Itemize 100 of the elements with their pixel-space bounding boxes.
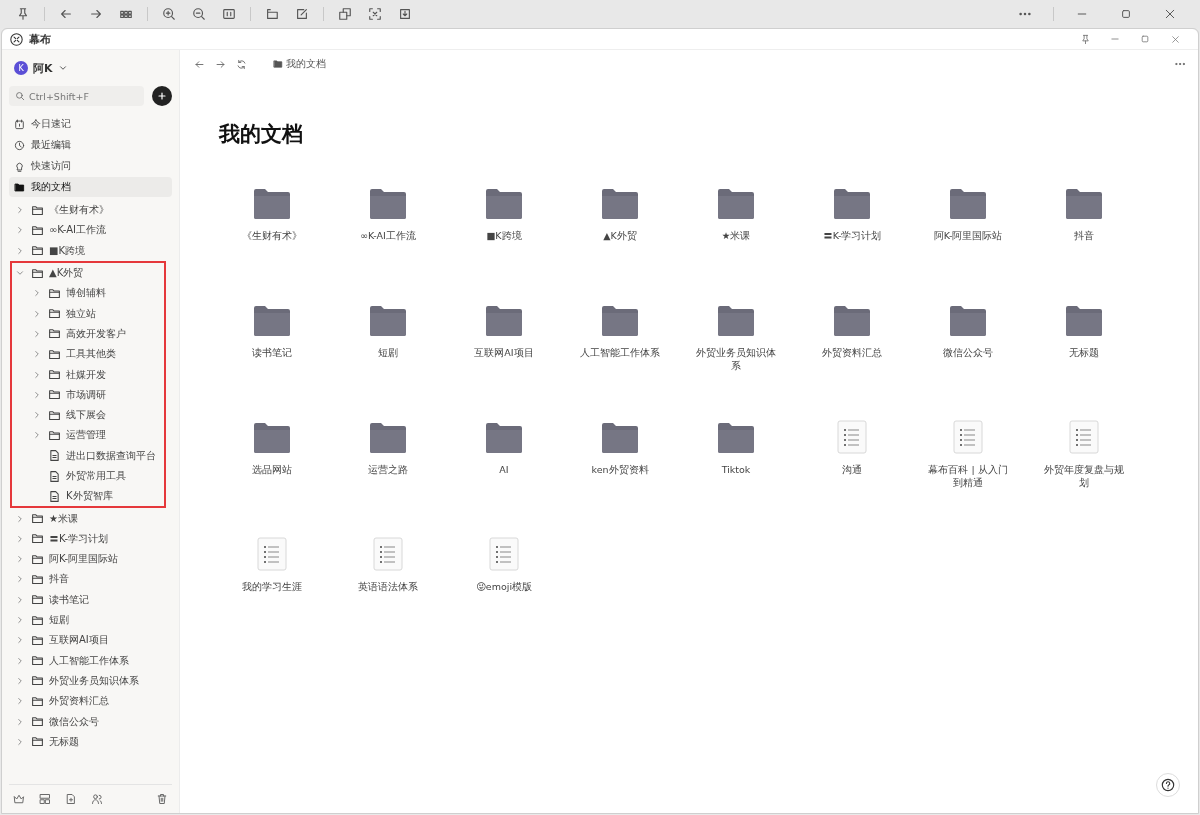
folder-icon[interactable]: [485, 422, 523, 454]
item-title[interactable]: AI: [461, 464, 547, 477]
tree-item[interactable]: 人工智能工作体系: [49, 653, 129, 668]
refresh-icon[interactable]: [236, 58, 247, 70]
item-title[interactable]: ken外贸资料: [577, 464, 663, 477]
tree-item[interactable]: 阿K-阿里国际站: [49, 552, 119, 567]
folder-icon[interactable]: [717, 305, 755, 337]
nav-item[interactable]: 我的文档: [9, 177, 172, 197]
forward-icon[interactable]: [89, 7, 103, 21]
item-title[interactable]: 微信公众号: [925, 347, 1011, 360]
tree-item[interactable]: ★米课: [49, 511, 78, 526]
item-title[interactable]: ★米课: [693, 230, 779, 243]
item-title[interactable]: 外贸业务员知识体系: [693, 347, 779, 373]
tree-item[interactable]: 运营管理: [66, 428, 106, 443]
search-field[interactable]: Ctrl+Shift+F: [9, 86, 144, 106]
folder-icon[interactable]: [485, 188, 523, 220]
item-title[interactable]: 我的学习生涯: [229, 581, 315, 594]
folder-icon[interactable]: [253, 188, 291, 220]
user-name[interactable]: 阿K: [33, 60, 53, 76]
tree-item[interactable]: 工具其他类: [66, 347, 116, 362]
new-document-icon[interactable]: [65, 793, 77, 805]
item-title[interactable]: 运营之路: [345, 464, 431, 477]
item-title[interactable]: 无标题: [1041, 347, 1127, 360]
folder-icon[interactable]: [253, 305, 291, 337]
help-button[interactable]: [1156, 773, 1180, 797]
tree-item[interactable]: 微信公众号: [49, 714, 99, 729]
tree-item[interactable]: 外贸资料汇总: [49, 694, 109, 709]
folder-icon[interactable]: [369, 188, 407, 220]
download-icon[interactable]: [398, 7, 412, 21]
back-icon[interactable]: [194, 58, 205, 70]
crown-icon[interactable]: [13, 793, 25, 805]
nav-item[interactable]: 快速访问: [9, 156, 172, 176]
maximize-icon[interactable]: [1140, 34, 1150, 44]
tree-item[interactable]: 读书笔记: [49, 592, 89, 607]
item-title[interactable]: 😜emoji模版: [461, 581, 547, 594]
folder-icon[interactable]: [949, 305, 987, 337]
tree-item[interactable]: 市场调研: [66, 387, 106, 402]
item-title[interactable]: 抖音: [1041, 230, 1127, 243]
item-title[interactable]: 外贸年度复盘与规划: [1041, 464, 1127, 490]
item-title[interactable]: 《生财有术》: [229, 230, 315, 243]
item-title[interactable]: 读书笔记: [229, 347, 315, 360]
tree-item[interactable]: ▲K外贸: [49, 266, 84, 281]
users-icon[interactable]: [91, 793, 103, 805]
zoom-in-icon[interactable]: [162, 7, 176, 21]
folder-icon[interactable]: [833, 305, 871, 337]
close-icon[interactable]: [1170, 34, 1180, 44]
item-title[interactable]: ■K跨境: [461, 230, 547, 243]
tree-item[interactable]: 《生财有术》: [49, 203, 109, 218]
folder-icon[interactable]: [485, 305, 523, 337]
tree-item[interactable]: ∞K-AI工作流: [49, 223, 107, 238]
item-title[interactable]: ▲K外贸: [577, 230, 663, 243]
tree-item[interactable]: ■K跨境: [49, 243, 85, 258]
item-title[interactable]: ∞K-AI工作流: [345, 230, 431, 243]
folder-icon[interactable]: [601, 305, 639, 337]
tree-item[interactable]: 社媒开发: [66, 367, 106, 382]
folder-icon[interactable]: [1065, 305, 1103, 337]
tree-item[interactable]: 高效开发客户: [66, 326, 126, 341]
tree-item[interactable]: 外贸常用工具: [66, 469, 126, 483]
breadcrumb[interactable]: 我的文档: [286, 57, 326, 71]
item-title[interactable]: 幕布百科 | 从入门到精通: [925, 464, 1011, 490]
folder-icon[interactable]: [717, 422, 755, 454]
item-title[interactable]: Tiktok: [693, 464, 779, 477]
nav-item[interactable]: 今日速记: [9, 114, 172, 134]
item-title[interactable]: 英语语法体系: [345, 581, 431, 594]
tree-item[interactable]: 进出口数据查询平台: [66, 448, 156, 463]
tree-item[interactable]: 无标题: [49, 734, 79, 749]
layout-icon[interactable]: [39, 793, 51, 805]
close-icon[interactable]: [1164, 8, 1176, 20]
folder-icon[interactable]: [601, 422, 639, 454]
folder-icon[interactable]: [833, 188, 871, 220]
item-title[interactable]: 阿K-阿里国际站: [925, 230, 1011, 243]
item-title[interactable]: 选品网站: [229, 464, 315, 477]
folder-icon[interactable]: [1065, 188, 1103, 220]
item-title[interactable]: 人工智能工作体系: [577, 347, 663, 360]
tree-item[interactable]: 独立站: [66, 306, 96, 321]
folder-icon[interactable]: [369, 422, 407, 454]
item-title[interactable]: 沟通: [809, 464, 895, 477]
tree-item[interactable]: 抖音: [49, 572, 69, 587]
tree-item[interactable]: K外贸智库: [66, 489, 113, 504]
back-icon[interactable]: [59, 7, 73, 21]
frame-icon[interactable]: [222, 7, 236, 21]
trash-icon[interactable]: [156, 793, 168, 805]
folder-icon[interactable]: [253, 422, 291, 454]
tree-item[interactable]: 短剧: [49, 613, 69, 628]
forward-icon[interactable]: [215, 58, 226, 70]
tree-item[interactable]: 外贸业务员知识体系: [49, 673, 139, 688]
pin-icon[interactable]: [16, 7, 30, 21]
item-title[interactable]: 外贸资料汇总: [809, 347, 895, 360]
screenshot-icon[interactable]: [368, 7, 382, 21]
maximize-icon[interactable]: [1120, 8, 1132, 20]
item-title[interactable]: 互联网AI项目: [461, 347, 547, 360]
folder-icon[interactable]: [369, 305, 407, 337]
user-avatar[interactable]: K: [14, 61, 28, 75]
nav-item[interactable]: 最近编辑: [9, 135, 172, 155]
tree-item[interactable]: 〓K-学习计划: [49, 531, 109, 546]
folder-icon[interactable]: [949, 188, 987, 220]
item-title[interactable]: 短剧: [345, 347, 431, 360]
folder-icon[interactable]: [601, 188, 639, 220]
tree-item[interactable]: 线下展会: [66, 408, 106, 423]
tree-item[interactable]: 互联网AI项目: [49, 633, 109, 648]
